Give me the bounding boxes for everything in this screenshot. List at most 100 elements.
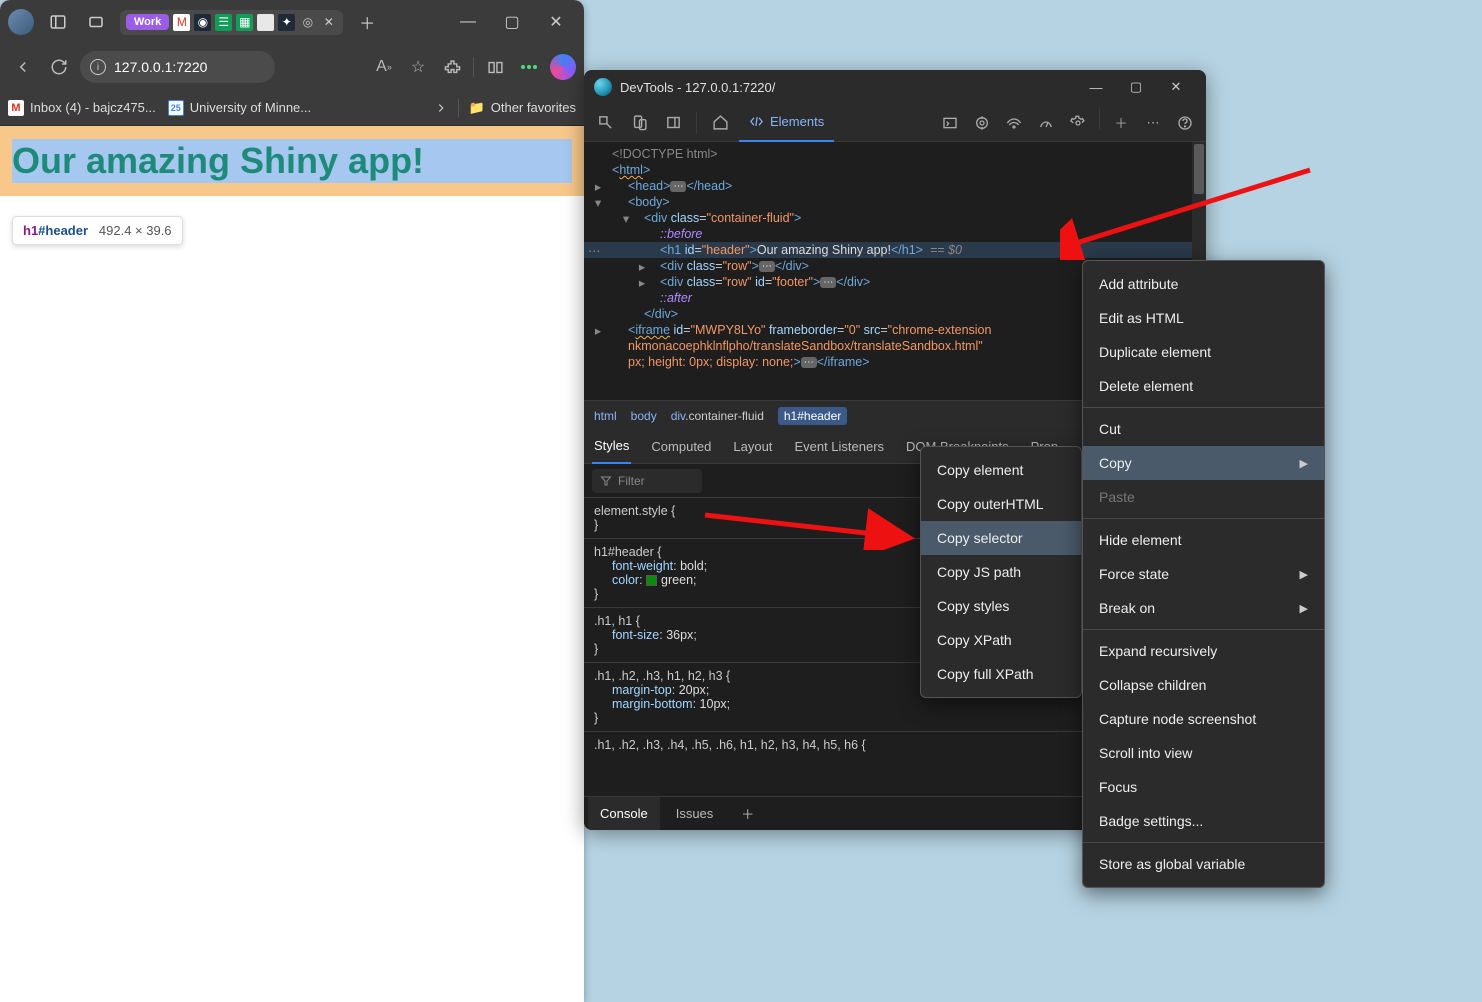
ctx-cut[interactable]: Cut: [1083, 412, 1324, 446]
settings-icon[interactable]: [1063, 108, 1093, 138]
profile-avatar[interactable]: [8, 9, 34, 35]
issues-drawer-tab[interactable]: Issues: [664, 797, 726, 831]
network-icon[interactable]: [999, 108, 1029, 138]
sources-icon[interactable]: [967, 108, 997, 138]
breadcrumb-body[interactable]: body: [631, 409, 657, 423]
browser-window: Work M ◉ ☰ ▦ ✦ ◎ ✕ ＋ — ▢ ✕ i 127.0.0.1:7…: [0, 0, 584, 1002]
bookmark-inbox-label: Inbox (4) - bajcz475...: [30, 100, 156, 115]
favicon-github: ◉: [194, 14, 211, 31]
back-button[interactable]: [8, 52, 38, 82]
site-info-icon[interactable]: i: [90, 59, 106, 75]
edge-icon: [594, 78, 612, 96]
element-tooltip: h1#header 492.4 × 39.6: [12, 216, 183, 245]
tab-overview-icon[interactable]: [82, 8, 110, 36]
devtools-close-button[interactable]: ✕: [1156, 72, 1196, 102]
extensions-icon[interactable]: [439, 54, 465, 80]
copy-element[interactable]: Copy element: [921, 453, 1081, 487]
bookmark-umn-label: University of Minne...: [190, 100, 311, 115]
copy-full-xpath[interactable]: Copy full XPath: [921, 657, 1081, 691]
ctx-expand[interactable]: Expand recursively: [1083, 634, 1324, 668]
styles-tab[interactable]: Styles: [592, 430, 631, 464]
filter-placeholder: Filter: [618, 474, 645, 488]
elements-tab[interactable]: Elements: [739, 104, 834, 142]
work-pill: Work: [126, 14, 169, 30]
page-header-bg: Our amazing Shiny app!: [0, 126, 584, 196]
ctx-badge[interactable]: Badge settings...: [1083, 804, 1324, 838]
welcome-icon[interactable]: [705, 108, 735, 138]
new-tab-button[interactable]: ＋: [353, 8, 381, 36]
devtools-title: DevTools - 127.0.0.1:7220/: [620, 80, 775, 95]
styles-filter-input[interactable]: Filter: [592, 469, 702, 493]
ctx-hide[interactable]: Hide element: [1083, 523, 1324, 557]
favicon-local: ◎: [299, 14, 316, 31]
ctx-add-attribute[interactable]: Add attribute: [1083, 267, 1324, 301]
favicon-blank: [257, 14, 274, 31]
devtools-minimize-button[interactable]: —: [1076, 72, 1116, 102]
dom-selected-h1[interactable]: ⋯<h1 id="header">Our amazing Shiny app!<…: [584, 242, 1206, 258]
bookmarks-overflow[interactable]: [434, 101, 448, 115]
computed-tab[interactable]: Computed: [649, 430, 713, 464]
titlebar: Work M ◉ ☰ ▦ ✦ ◎ ✕ ＋ — ▢ ✕: [0, 0, 584, 44]
console-drawer-tab[interactable]: Console: [588, 797, 660, 831]
favicon-sheet-1: ☰: [215, 14, 232, 31]
help-icon[interactable]: [1170, 108, 1200, 138]
url-text: 127.0.0.1:7220: [114, 59, 207, 75]
copy-xpath[interactable]: Copy XPath: [921, 623, 1081, 657]
calendar-icon: 25: [168, 100, 184, 116]
add-tab-icon[interactable]: ＋: [1106, 108, 1136, 138]
panel-layout-icon[interactable]: [658, 108, 688, 138]
drawer-add-tab[interactable]: ＋: [729, 797, 766, 831]
tab-close-icon[interactable]: ✕: [320, 14, 337, 31]
ctx-focus[interactable]: Focus: [1083, 770, 1324, 804]
ctx-delete[interactable]: Delete element: [1083, 369, 1324, 403]
devtools-maximize-button[interactable]: ▢: [1116, 72, 1156, 102]
read-aloud-icon[interactable]: A»: [371, 54, 397, 80]
event-listeners-tab[interactable]: Event Listeners: [792, 430, 886, 464]
breadcrumb-html[interactable]: html: [594, 409, 617, 423]
ctx-collapse[interactable]: Collapse children: [1083, 668, 1324, 702]
ctx-copy[interactable]: Copy▶: [1083, 446, 1324, 480]
ctx-scroll[interactable]: Scroll into view: [1083, 736, 1324, 770]
ctx-duplicate[interactable]: Duplicate element: [1083, 335, 1324, 369]
more-tools-icon[interactable]: ⋯: [1138, 108, 1168, 138]
favorite-icon[interactable]: ☆: [405, 54, 431, 80]
refresh-button[interactable]: [44, 52, 74, 82]
address-bar[interactable]: i 127.0.0.1:7220: [80, 51, 275, 83]
inspect-icon[interactable]: [590, 108, 620, 138]
other-favorites-label: Other favorites: [491, 100, 576, 115]
bookmark-inbox[interactable]: M Inbox (4) - bajcz475...: [8, 100, 156, 116]
console-icon[interactable]: [935, 108, 965, 138]
favicon-chatgpt: ✦: [278, 14, 295, 31]
bookmark-umn[interactable]: 25 University of Minne...: [168, 100, 311, 116]
elements-tab-label: Elements: [770, 114, 824, 129]
close-button[interactable]: ✕: [536, 6, 576, 38]
ctx-break-on[interactable]: Break on▶: [1083, 591, 1324, 625]
page-viewport: Our amazing Shiny app! h1#header 492.4 ×…: [0, 126, 584, 1002]
split-screen-icon[interactable]: [482, 54, 508, 80]
copy-js-path[interactable]: Copy JS path: [921, 555, 1081, 589]
bookmarks-bar: M Inbox (4) - bajcz475... 25 University …: [0, 90, 584, 126]
dom-doctype: <!DOCTYPE html>: [612, 147, 718, 161]
copy-styles[interactable]: Copy styles: [921, 589, 1081, 623]
ctx-capture[interactable]: Capture node screenshot: [1083, 702, 1324, 736]
breadcrumb-div[interactable]: div.container-fluid: [671, 409, 764, 423]
breadcrumb-h1[interactable]: h1#header: [778, 407, 847, 425]
ctx-force-state[interactable]: Force state▶: [1083, 557, 1324, 591]
more-icon[interactable]: [516, 54, 542, 80]
performance-icon[interactable]: [1031, 108, 1061, 138]
device-toggle-icon[interactable]: [624, 108, 654, 138]
favicon-sheet-2: ▦: [236, 14, 253, 31]
minimize-button[interactable]: —: [448, 6, 488, 38]
copy-selector[interactable]: Copy selector: [921, 521, 1081, 555]
copilot-icon[interactable]: [550, 54, 576, 80]
ctx-edit-html[interactable]: Edit as HTML: [1083, 301, 1324, 335]
maximize-button[interactable]: ▢: [492, 6, 532, 38]
copy-outerhtml[interactable]: Copy outerHTML: [921, 487, 1081, 521]
sidebar-toggle-icon[interactable]: [44, 8, 72, 36]
context-menu: Add attribute Edit as HTML Duplicate ele…: [1082, 260, 1325, 888]
ctx-store[interactable]: Store as global variable: [1083, 847, 1324, 881]
other-favorites[interactable]: 📁 Other favorites: [469, 100, 576, 116]
layout-tab[interactable]: Layout: [731, 430, 774, 464]
active-tab[interactable]: Work M ◉ ☰ ▦ ✦ ◎ ✕: [120, 10, 343, 35]
tooltip-id: #header: [38, 223, 88, 238]
